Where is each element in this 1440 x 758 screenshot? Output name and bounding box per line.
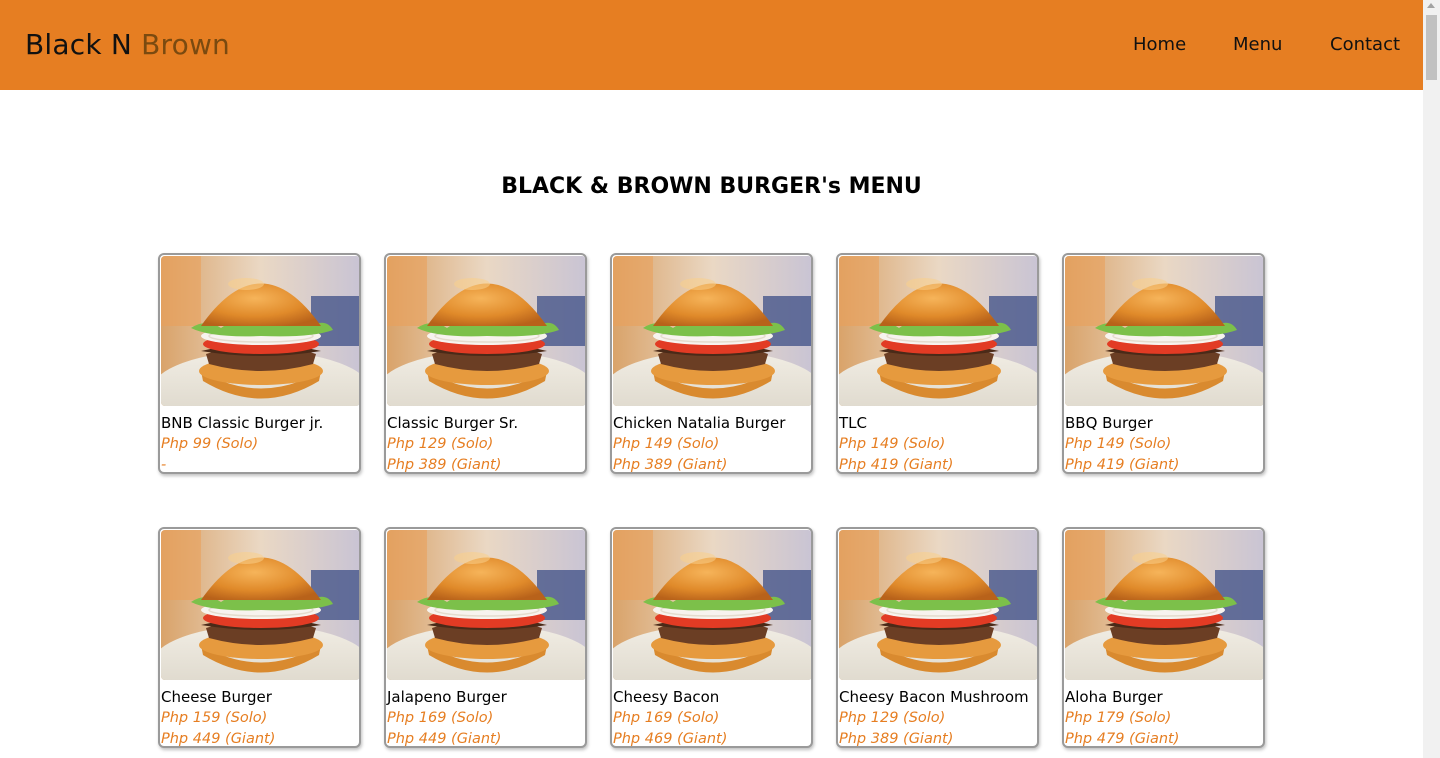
burger-photo-svg	[1065, 530, 1263, 680]
brand-name-black: Black N	[25, 28, 133, 61]
menu-title: BLACK & BROWN BURGER's MENU	[501, 174, 922, 199]
burger-photo	[1065, 530, 1263, 680]
burger-photo-svg	[839, 530, 1037, 680]
menu-item-price-solo: Php 149 (Solo)	[613, 436, 720, 452]
menu-item-card[interactable]: Chicken Natalia Burger Php 149 (Solo) Ph…	[610, 253, 813, 474]
menu-item-name: BBQ Burger	[1065, 414, 1153, 432]
menu-item-card[interactable]: Cheesy Bacon Mushroom Php 129 (Solo) Php…	[836, 527, 1039, 748]
nav-menu-link[interactable]: Menu	[1233, 34, 1282, 56]
menu-item-price-solo: Php 149 (Solo)	[1065, 436, 1172, 452]
menu-item-card[interactable]: Aloha Burger Php 179 (Solo) Php 479 (Gia…	[1062, 527, 1265, 748]
burger-photo	[613, 256, 811, 406]
menu-item-card[interactable]: Cheese Burger Php 159 (Solo) Php 449 (Gi…	[158, 527, 361, 748]
burger-photo-svg	[613, 530, 811, 680]
menu-item-name: TLC	[839, 414, 867, 432]
burger-photo	[387, 256, 585, 406]
burger-photo-svg	[1065, 256, 1263, 406]
site-header: Black N Brown Home Menu Contact	[0, 0, 1423, 90]
menu-item-price-solo: Php 169 (Solo)	[387, 710, 494, 726]
scroll-up-arrow-icon[interactable]	[1427, 3, 1435, 8]
menu-item-price-giant: Php 469 (Giant)	[613, 731, 728, 747]
menu-item-price-giant: Php 449 (Giant)	[387, 731, 502, 747]
burger-photo	[161, 530, 359, 680]
menu-item-price-giant: Php 449 (Giant)	[161, 731, 276, 747]
brand-name-brown: Brown	[141, 28, 231, 61]
burger-photo	[839, 530, 1037, 680]
menu-item-price-solo: Php 99 (Solo)	[161, 436, 259, 452]
burger-photo	[161, 256, 359, 406]
menu-item-price-solo: Php 149 (Solo)	[839, 436, 946, 452]
menu-item-price-giant: Php 389 (Giant)	[613, 457, 728, 473]
burger-photo	[387, 530, 585, 680]
burger-photo	[839, 256, 1037, 406]
burger-photo	[1065, 256, 1263, 406]
menu-item-price-solo: Php 159 (Solo)	[161, 710, 268, 726]
menu-item-name: Cheese Burger	[161, 688, 272, 706]
menu-item-price-giant: Php 419 (Giant)	[839, 457, 954, 473]
brand-logo[interactable]: Black N Brown	[25, 28, 230, 62]
menu-item-card[interactable]: Jalapeno Burger Php 169 (Solo) Php 449 (…	[384, 527, 587, 748]
burger-photo-svg	[161, 256, 359, 406]
burger-photo-svg	[161, 530, 359, 680]
menu-item-name: Aloha Burger	[1065, 688, 1163, 706]
menu-item-card[interactable]: BBQ Burger Php 149 (Solo) Php 419 (Giant…	[1062, 253, 1265, 474]
menu-item-price-solo: Php 129 (Solo)	[387, 436, 494, 452]
menu-item-price-giant: Php 479 (Giant)	[1065, 731, 1180, 747]
burger-photo-svg	[613, 256, 811, 406]
menu-item-price-solo: Php 129 (Solo)	[839, 710, 946, 726]
menu-item-name: Jalapeno Burger	[387, 688, 507, 706]
menu-item-card[interactable]: TLC Php 149 (Solo) Php 419 (Giant)	[836, 253, 1039, 474]
menu-item-name: Chicken Natalia Burger	[613, 414, 786, 432]
menu-item-card[interactable]: Cheesy Bacon Php 169 (Solo) Php 469 (Gia…	[610, 527, 813, 748]
scrollbar-thumb[interactable]	[1426, 15, 1437, 80]
menu-item-price-solo: Php 169 (Solo)	[613, 710, 720, 726]
burger-photo-svg	[387, 530, 585, 680]
menu-item-name: BNB Classic Burger jr.	[161, 414, 324, 432]
menu-item-price-giant: Php 389 (Giant)	[839, 731, 954, 747]
page-scrollbar[interactable]	[1423, 0, 1440, 758]
burger-photo-svg	[387, 256, 585, 406]
menu-item-name: Cheesy Bacon	[613, 688, 720, 706]
menu-item-price-giant: Php 419 (Giant)	[1065, 457, 1180, 473]
menu-item-card[interactable]: Classic Burger Sr. Php 129 (Solo) Php 38…	[384, 253, 587, 474]
menu-item-card[interactable]: BNB Classic Burger jr. Php 99 (Solo) -	[158, 253, 361, 474]
menu-item-price-solo: Php 179 (Solo)	[1065, 710, 1172, 726]
menu-item-price-giant: -	[161, 457, 167, 473]
nav-home-link[interactable]: Home	[1133, 34, 1186, 56]
burger-photo	[613, 530, 811, 680]
menu-item-name: Cheesy Bacon Mushroom	[839, 688, 1029, 706]
burger-photo-svg	[839, 256, 1037, 406]
menu-item-price-giant: Php 389 (Giant)	[387, 457, 502, 473]
nav-contact-link[interactable]: Contact	[1330, 34, 1400, 56]
menu-item-name: Classic Burger Sr.	[387, 414, 519, 432]
